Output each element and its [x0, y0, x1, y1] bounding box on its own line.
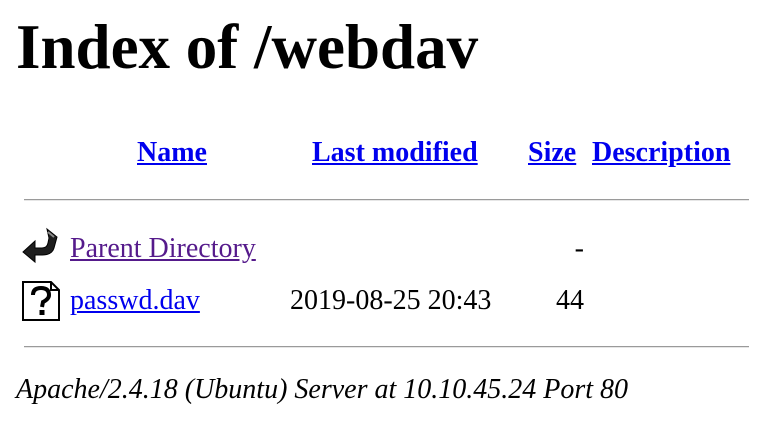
footer-divider	[24, 346, 749, 348]
sort-by-description-link[interactable]: Description	[592, 136, 730, 170]
row-size: -	[574, 233, 584, 264]
page-title: Index of /webdav	[16, 12, 479, 82]
sort-by-name-link[interactable]: Name	[137, 136, 207, 170]
file-link-passwd-dav[interactable]: passwd.dav	[70, 284, 200, 318]
server-signature: Apache/2.4.18 (Ubuntu) Server at 10.10.4…	[16, 374, 629, 405]
parent-directory-link[interactable]: Parent Directory	[70, 232, 256, 266]
unknown-file-icon[interactable]	[21, 281, 61, 321]
back-arrow-icon[interactable]	[21, 226, 61, 266]
header-divider	[24, 199, 749, 201]
sort-by-last-modified-link[interactable]: Last modified	[312, 136, 478, 170]
row-last-modified: 2019-08-25 20:43	[290, 285, 492, 316]
row-size: 44	[556, 285, 584, 316]
sort-by-size-link[interactable]: Size	[528, 136, 576, 170]
